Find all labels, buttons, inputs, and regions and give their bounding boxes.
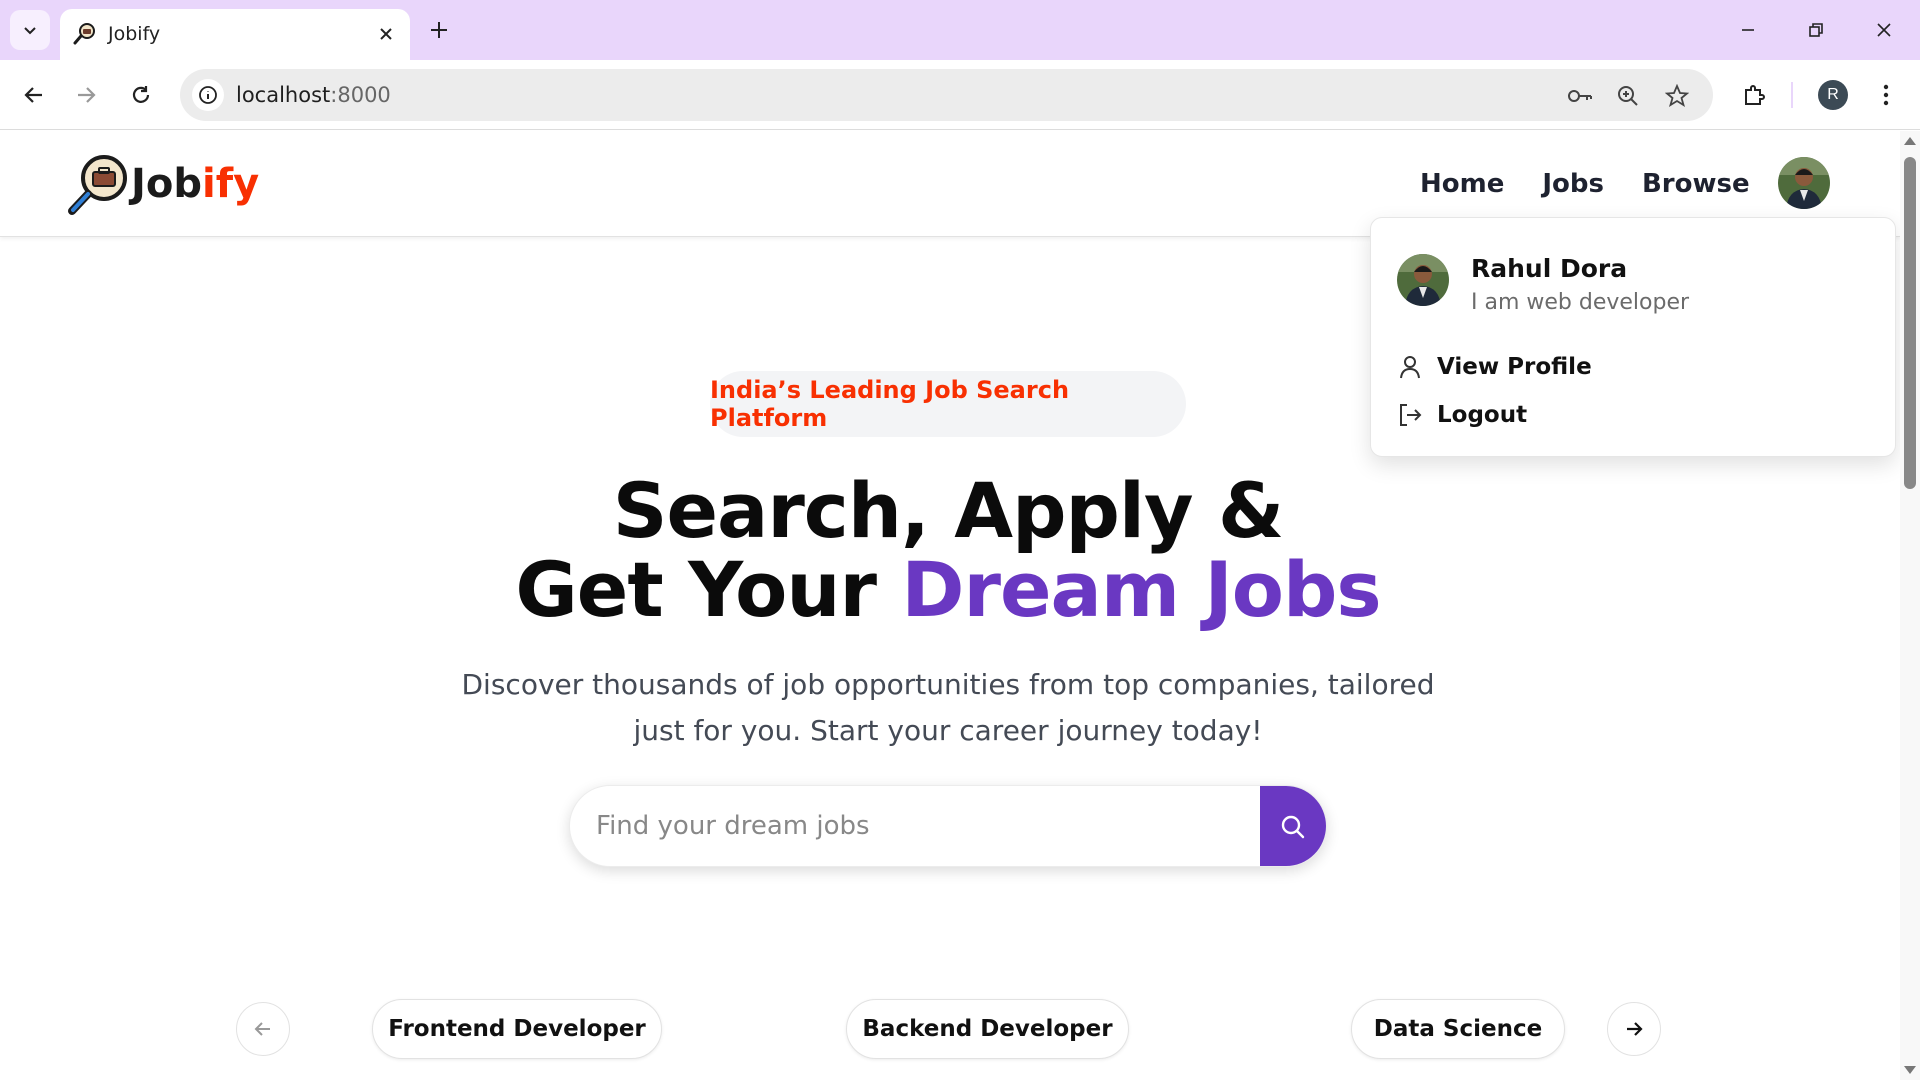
tab-title: Jobify <box>108 23 161 45</box>
site-info-button[interactable] <box>192 79 224 111</box>
bookmark-button[interactable] <box>1662 81 1692 111</box>
arrow-right-icon <box>78 87 96 103</box>
avatar <box>1778 157 1830 209</box>
hero-subtitle: Discover thousands of job opportunities … <box>461 668 1435 747</box>
minimize-icon <box>1742 29 1754 31</box>
chevron-down-icon <box>24 27 36 35</box>
logo-magnifier-icon <box>68 155 127 215</box>
zoom-in-icon <box>1618 86 1638 106</box>
page-viewport: Jobify Home Jobs Browse India’s Leading … <box>0 131 1920 1080</box>
logo-text-part1: Job <box>131 161 202 207</box>
more-vertical-icon <box>1883 84 1889 106</box>
close-icon <box>380 28 392 40</box>
logout-label: Logout <box>1437 402 1528 428</box>
url-text: localhost:8000 <box>236 83 391 107</box>
avatar <box>1397 254 1449 306</box>
logout-link[interactable]: Logout <box>1397 402 1527 428</box>
logo-text-part2: ify <box>202 161 260 207</box>
view-profile-link[interactable]: View Profile <box>1397 354 1592 380</box>
reload-button[interactable] <box>121 75 161 115</box>
nav-browse-link[interactable]: Browse <box>1642 169 1750 199</box>
site-logo[interactable]: Jobify <box>131 161 259 207</box>
profile-name: Rahul Dora <box>1471 254 1628 283</box>
job-search-input[interactable] <box>596 786 1256 866</box>
carousel-prev-button[interactable] <box>236 1002 290 1056</box>
back-button[interactable] <box>14 75 54 115</box>
browser-tab[interactable]: Jobify <box>60 9 410 60</box>
hero-title-line2: Get Your Dream Jobs <box>360 550 1536 629</box>
job-search-bar <box>569 785 1327 867</box>
profile-popover: Rahul Dora I am web developer View Profi… <box>1370 217 1896 457</box>
forward-button[interactable] <box>66 75 106 115</box>
view-profile-label: View Profile <box>1437 354 1592 380</box>
profile-bio: I am web developer <box>1471 290 1690 315</box>
puzzle-icon <box>1745 85 1765 105</box>
search-button[interactable] <box>1260 786 1326 866</box>
carousel-next-button[interactable] <box>1607 1002 1661 1056</box>
magnifier-favicon-icon <box>73 23 95 45</box>
nav-jobs-link[interactable]: Jobs <box>1542 169 1604 199</box>
hero-title-prefix: Get Your <box>515 545 902 634</box>
main-nav: Home Jobs Browse <box>1420 169 1750 199</box>
category-chip[interactable]: Backend Developer <box>846 999 1129 1059</box>
nav-home-link[interactable]: Home <box>1420 169 1504 199</box>
reload-icon <box>132 86 150 103</box>
browser-menu-button[interactable] <box>1866 75 1906 115</box>
restore-button[interactable] <box>1796 12 1836 48</box>
page-scrollbar[interactable] <box>1900 131 1920 1080</box>
scroll-down-arrow[interactable] <box>1904 1066 1916 1074</box>
key-icon <box>1568 90 1592 102</box>
tab-search-button[interactable] <box>10 10 50 50</box>
url-port: :8000 <box>330 83 391 107</box>
tab-close-button[interactable] <box>374 22 398 46</box>
info-icon <box>199 86 217 104</box>
browser-toolbar: localhost:8000 R <box>0 60 1920 130</box>
category-chip[interactable]: Frontend Developer <box>372 999 662 1059</box>
url-host: localhost <box>236 83 331 107</box>
category-chip[interactable]: Data Science <box>1351 999 1565 1059</box>
new-tab-button[interactable] <box>424 15 454 45</box>
password-key-button[interactable] <box>1565 81 1595 111</box>
hero-title: Search, Apply & Get Your Dream Jobs <box>360 471 1536 629</box>
star-icon <box>1665 84 1689 107</box>
scroll-thumb[interactable] <box>1904 157 1916 489</box>
restore-icon <box>1809 23 1823 37</box>
user-icon <box>1400 356 1420 379</box>
tagline-badge: India’s Leading Job Search Platform <box>710 371 1186 437</box>
browser-profile-avatar[interactable]: R <box>1818 80 1848 110</box>
minimize-button[interactable] <box>1728 12 1768 48</box>
close-icon <box>1877 23 1891 37</box>
plus-icon <box>431 22 447 38</box>
hero-title-line1: Search, Apply & <box>612 466 1284 555</box>
arrow-left-icon <box>24 87 42 103</box>
toolbar-separator <box>1791 82 1793 108</box>
user-avatar-button[interactable] <box>1778 157 1830 209</box>
popover-avatar <box>1397 254 1449 306</box>
search-icon <box>1281 815 1305 839</box>
arrow-left-icon <box>254 1022 270 1036</box>
logout-icon <box>1400 404 1422 426</box>
scroll-up-arrow[interactable] <box>1904 137 1916 145</box>
extensions-button[interactable] <box>1734 75 1774 115</box>
zoom-button[interactable] <box>1613 81 1643 111</box>
hero-title-highlight: Dream Jobs <box>901 545 1381 634</box>
arrow-right-icon <box>1627 1022 1643 1036</box>
browser-tab-strip: Jobify <box>0 0 1920 60</box>
address-bar[interactable]: localhost:8000 <box>180 69 1713 121</box>
close-window-button[interactable] <box>1864 12 1904 48</box>
